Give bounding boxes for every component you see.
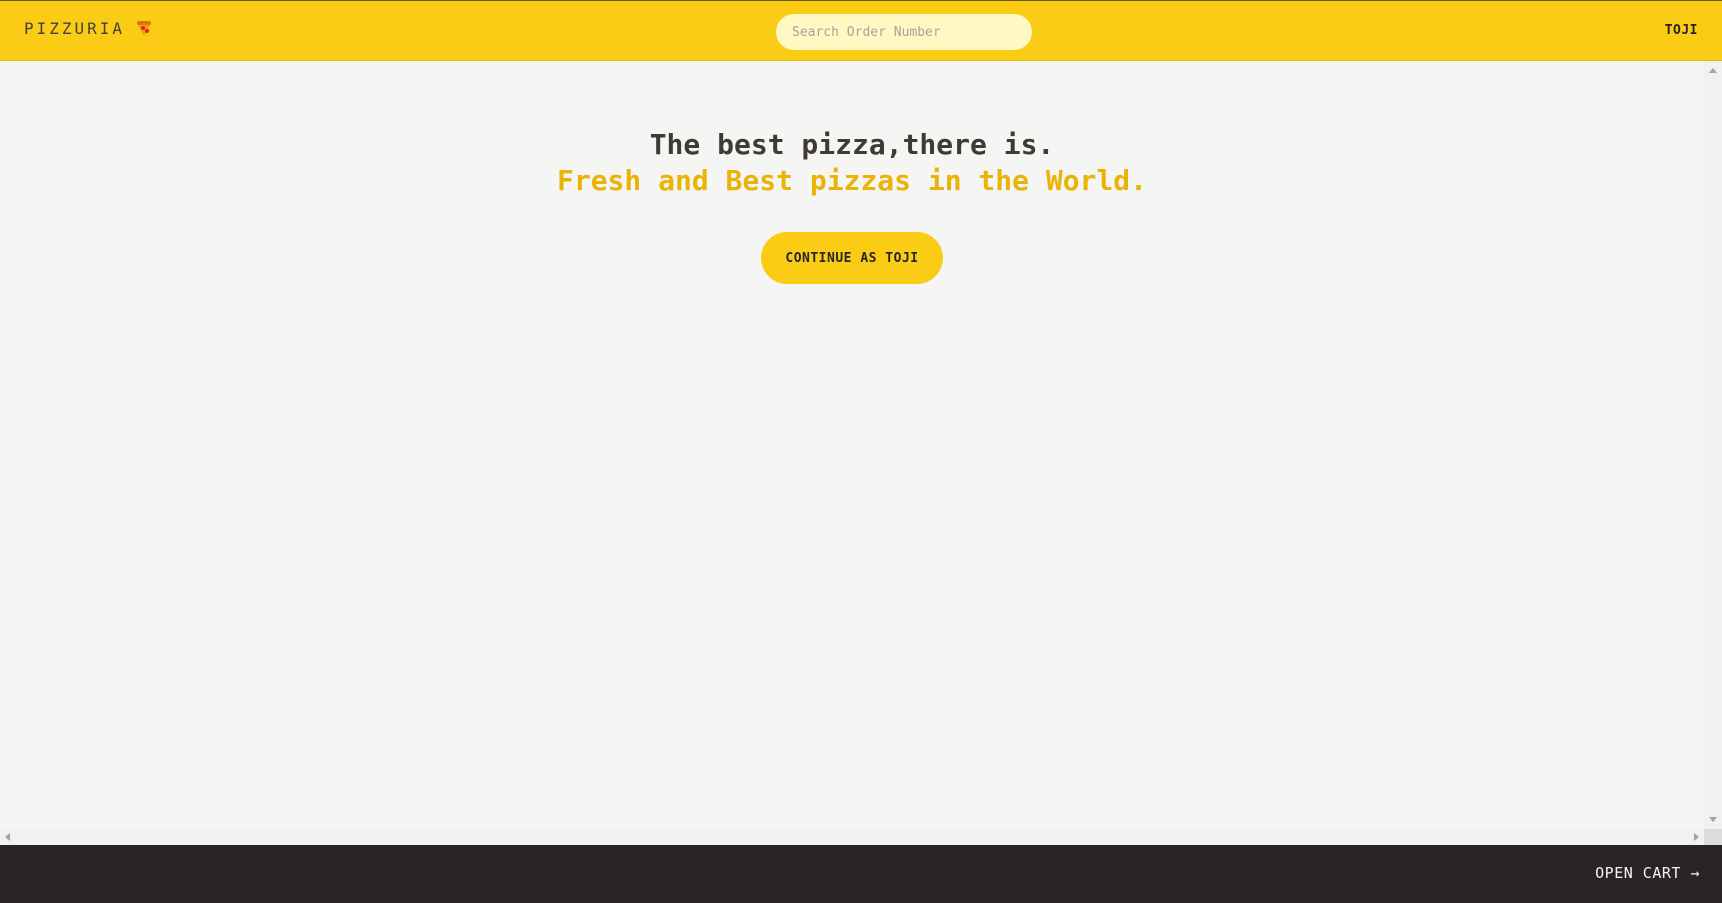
scrollbar-corner [1704, 829, 1722, 845]
hero-heading: The best pizza,there is. Fresh and Best … [0, 61, 1704, 199]
brand-name: PIZZURIA [24, 19, 126, 38]
hero-title: The best pizza,there is. [649, 128, 1055, 161]
continue-button[interactable]: CONTINUE AS TOJI [761, 232, 943, 284]
username-label: TOJI [1664, 23, 1698, 38]
scroll-right-arrow-icon[interactable] [1694, 833, 1699, 841]
brand-logo-link[interactable]: PIZZURIA [24, 19, 152, 38]
hero-subtitle: Fresh and Best pizzas in the World. [556, 164, 1147, 197]
open-cart-link[interactable]: OPEN CART → [1595, 864, 1700, 882]
horizontal-scrollbar[interactable] [0, 829, 1704, 845]
scroll-up-arrow-icon[interactable] [1709, 68, 1717, 73]
vertical-scrollbar[interactable] [1704, 61, 1722, 829]
pizza-icon [137, 20, 152, 37]
main-content: The best pizza,there is. Fresh and Best … [0, 61, 1704, 829]
app-window: PIZZURIA TOJI The best pizza,there is. F… [0, 0, 1722, 903]
search-order-input[interactable] [776, 14, 1032, 50]
top-header: PIZZURIA TOJI [0, 0, 1722, 61]
cart-footer: OPEN CART → [0, 845, 1722, 903]
scroll-down-arrow-icon[interactable] [1709, 817, 1717, 822]
scroll-left-arrow-icon[interactable] [5, 833, 10, 841]
